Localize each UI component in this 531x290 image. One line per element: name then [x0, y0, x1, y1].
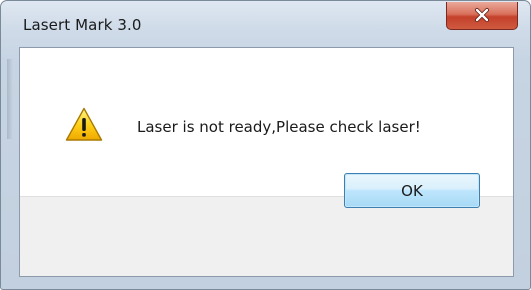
- ok-button[interactable]: OK: [344, 173, 480, 208]
- close-icon: [475, 8, 489, 22]
- window-edge-shadow: [7, 59, 13, 139]
- dialog-content: Laser is not ready,Please check laser!: [19, 47, 514, 277]
- message-dialog-window: Lasert Mark 3.0 Laser is not ready,Pleas…: [0, 0, 531, 290]
- button-strip: [20, 196, 513, 276]
- warning-icon: [65, 107, 103, 141]
- message-text: Laser is not ready,Please check laser!: [137, 118, 421, 136]
- window-title: Lasert Mark 3.0: [23, 16, 142, 34]
- title-bar[interactable]: Lasert Mark 3.0: [1, 1, 530, 43]
- close-button[interactable]: [446, 2, 518, 30]
